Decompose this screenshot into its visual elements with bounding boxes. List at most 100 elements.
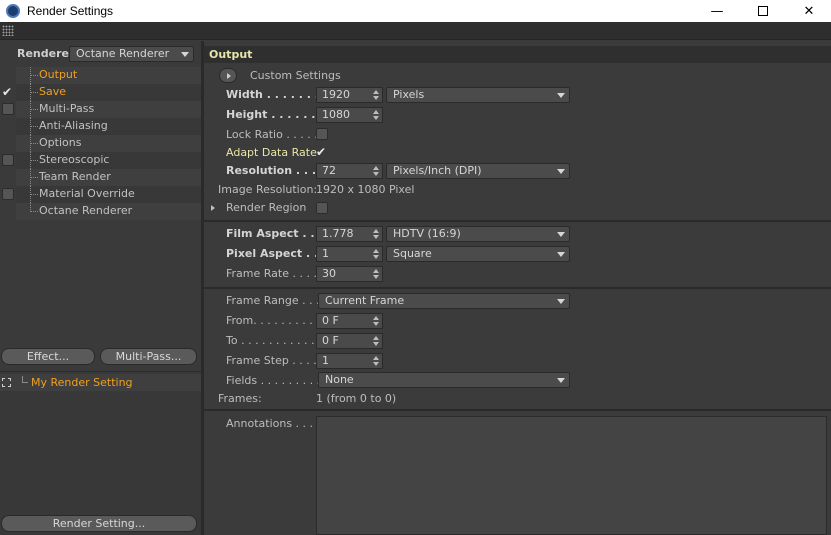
image-resolution-label: Image Resolution:: [218, 183, 318, 196]
close-button[interactable]: ✕: [786, 0, 831, 22]
pixel-aspect-value: 1: [322, 247, 329, 260]
to-label: To . . . . . . . . . . . .: [226, 334, 322, 347]
renderer-dropdown-value: Octane Renderer: [76, 47, 170, 60]
tree-item-material-override[interactable]: Material Override: [0, 186, 201, 203]
film-aspect-label: Film Aspect . . . .: [226, 227, 331, 240]
width-unit-value: Pixels: [393, 88, 425, 101]
frames-value: 1 (from 0 to 0): [316, 392, 397, 405]
divider: [204, 287, 831, 289]
fields-value: None: [325, 373, 354, 386]
renderer-label: Renderer: [17, 47, 75, 60]
render-region-checkbox[interactable]: [316, 202, 328, 214]
render-setting-list: My Render Setting: [0, 371, 201, 535]
tree-item-save[interactable]: ✔ Save: [0, 84, 201, 101]
pixel-aspect-preset: Square: [393, 247, 432, 260]
film-aspect-field[interactable]: 1.778: [316, 226, 383, 242]
tree-item-multi-pass[interactable]: Multi-Pass: [0, 101, 201, 118]
annotations-textarea[interactable]: [316, 416, 827, 535]
spinner-icon[interactable]: [373, 355, 379, 367]
expand-arrow-icon[interactable]: [211, 205, 215, 211]
film-aspect-preset: HDTV (16:9): [393, 227, 461, 240]
frame-range-value: Current Frame: [325, 294, 405, 307]
left-panel: Renderer Octane Renderer Output ✔ Save M…: [0, 41, 201, 535]
tree-item-label: Team Render: [39, 170, 111, 183]
frame-rate-field[interactable]: 30: [316, 266, 383, 282]
lock-ratio-checkbox[interactable]: [316, 128, 328, 140]
multi-pass-button[interactable]: Multi-Pass...: [100, 348, 197, 365]
divider: [204, 220, 831, 222]
to-field[interactable]: 0 F: [316, 333, 383, 349]
tree-item-octane-renderer[interactable]: Octane Renderer: [0, 203, 201, 220]
film-aspect-dropdown[interactable]: HDTV (16:9): [386, 226, 570, 242]
render-setting-button[interactable]: Render Setting...: [1, 515, 197, 532]
fields-dropdown[interactable]: None: [318, 372, 570, 388]
adapt-data-rate-label: Adapt Data Rate: [226, 146, 317, 159]
frame-range-dropdown[interactable]: Current Frame: [318, 293, 570, 309]
spinner-icon[interactable]: [373, 268, 379, 280]
pixel-aspect-dropdown[interactable]: Square: [386, 246, 570, 262]
tree-item-stereoscopic[interactable]: Stereoscopic: [0, 152, 201, 169]
chevron-down-icon: [557, 93, 565, 98]
chevron-down-icon: [557, 232, 565, 237]
enable-checkbox[interactable]: [2, 154, 14, 166]
toolbar-strip: [0, 22, 831, 40]
tree-item-label: Octane Renderer: [39, 204, 133, 217]
tree-item-team-render[interactable]: Team Render: [0, 169, 201, 186]
effect-button[interactable]: Effect...: [1, 348, 95, 365]
enable-checkbox[interactable]: [2, 188, 14, 200]
spinner-icon[interactable]: [373, 315, 379, 327]
minimize-button[interactable]: —: [694, 0, 740, 22]
spinner-icon[interactable]: [373, 335, 379, 347]
frame-step-field[interactable]: 1: [316, 353, 383, 369]
height-field[interactable]: 1080: [316, 107, 383, 123]
from-value: 0 F: [322, 314, 339, 327]
annotations-label: Annotations . . . .: [226, 417, 321, 430]
tree-item-anti-aliasing[interactable]: Anti-Aliasing: [0, 118, 201, 135]
frame-rate-value: 30: [322, 267, 336, 280]
pixel-aspect-field[interactable]: 1: [316, 246, 383, 262]
chevron-down-icon: [557, 378, 565, 383]
tree-item-label: Stereoscopic: [39, 153, 110, 166]
tree-item-output[interactable]: Output: [0, 67, 201, 84]
dashed-square-icon: [2, 378, 11, 387]
tree-item-label: Output: [39, 68, 78, 81]
spinner-icon[interactable]: [373, 109, 379, 121]
render-setting-name: My Render Setting: [31, 376, 133, 389]
maximize-button[interactable]: [740, 0, 786, 22]
spinner-icon[interactable]: [373, 248, 379, 260]
width-unit-dropdown[interactable]: Pixels: [386, 87, 570, 103]
renderer-dropdown[interactable]: Octane Renderer: [69, 46, 194, 62]
list-item-render-setting[interactable]: My Render Setting: [0, 374, 201, 391]
render-region-label: Render Region: [226, 201, 307, 214]
frame-step-value: 1: [322, 354, 329, 367]
chevron-down-icon: [557, 299, 565, 304]
resolution-field[interactable]: 72: [316, 163, 383, 179]
frame-rate-label: Frame Rate . . . .: [226, 267, 317, 280]
frame-range-label: Frame Range . . .: [226, 294, 320, 307]
section-title: Output: [204, 46, 831, 63]
grip-handle-icon[interactable]: [2, 25, 14, 36]
spinner-icon[interactable]: [373, 228, 379, 240]
from-field[interactable]: 0 F: [316, 313, 383, 329]
window-title: Render Settings: [27, 4, 114, 18]
tree-item-label: Options: [39, 136, 82, 149]
enable-checkbox[interactable]: [2, 103, 14, 115]
width-value: 1920: [322, 88, 350, 101]
spinner-icon[interactable]: [373, 165, 379, 177]
tree-item-label: Material Override: [39, 187, 135, 200]
lock-ratio-label: Lock Ratio . . . . .: [226, 128, 318, 141]
fields-label: Fields . . . . . . . . .: [226, 374, 321, 387]
tree-item-label: Anti-Aliasing: [39, 119, 108, 132]
custom-settings-toggle[interactable]: [219, 68, 237, 83]
divider: [204, 409, 831, 411]
app-logo-icon: [6, 4, 20, 18]
resolution-unit-dropdown[interactable]: Pixels/Inch (DPI): [386, 163, 570, 179]
frames-label: Frames:: [218, 392, 262, 405]
tree-item-options[interactable]: Options: [0, 135, 201, 152]
spinner-icon[interactable]: [373, 89, 379, 101]
checkmark-icon[interactable]: ✔: [2, 86, 14, 98]
width-field[interactable]: 1920: [316, 87, 383, 103]
adapt-data-rate-checkbox[interactable]: ✔: [316, 145, 326, 159]
close-icon: ✕: [803, 3, 815, 19]
window-titlebar: Render Settings — ✕: [0, 0, 831, 22]
